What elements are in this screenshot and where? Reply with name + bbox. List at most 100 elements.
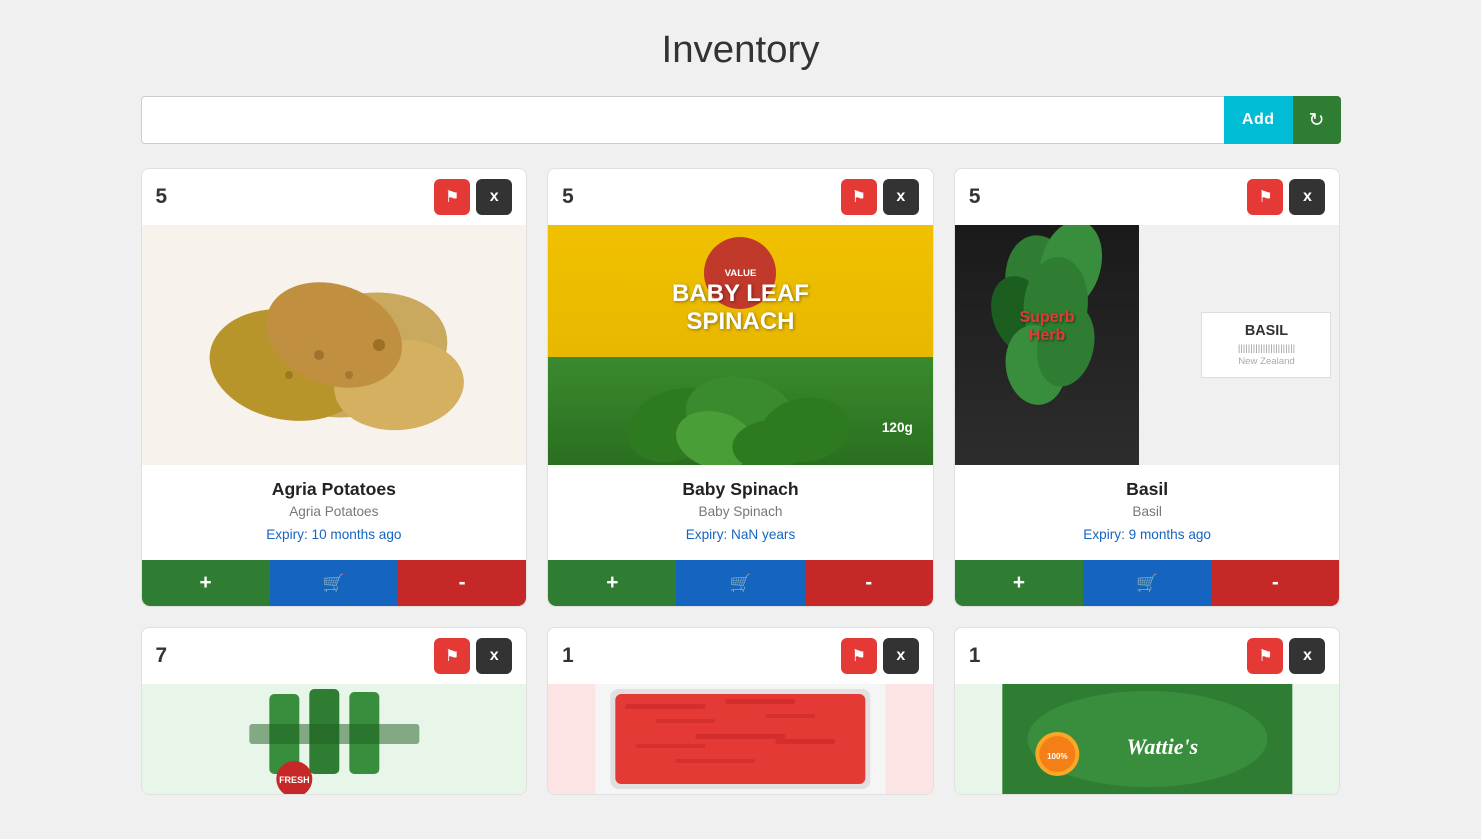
card-actions: ⚑ x <box>841 638 919 674</box>
cart-button[interactable] <box>676 560 804 606</box>
cart-icon <box>323 573 345 594</box>
cart-button[interactable] <box>1083 560 1211 606</box>
card-mince: 1 ⚑ x <box>547 627 934 795</box>
product-image: 100% Wattie's <box>955 684 1340 794</box>
add-quantity-button[interactable]: + <box>548 560 676 606</box>
card-baby-spinach: 5 ⚑ x VALUE BABY LEAFSPINACH 120g <box>547 168 934 607</box>
refresh-button[interactable] <box>1293 96 1341 144</box>
flag-button[interactable]: ⚑ <box>841 179 877 215</box>
card-green-veg: 7 ⚑ x FRESH <box>141 627 528 795</box>
card-header: 7 ⚑ x <box>142 628 527 684</box>
cart-icon <box>1136 573 1158 594</box>
card-actions: ⚑ x <box>1247 638 1325 674</box>
add-button[interactable]: Add <box>1224 96 1293 144</box>
search-input[interactable] <box>141 96 1224 144</box>
card-count: 5 <box>969 185 981 209</box>
remove-quantity-button[interactable]: - <box>805 560 933 606</box>
card-buttons: + - <box>955 560 1340 606</box>
flag-button[interactable]: ⚑ <box>434 638 470 674</box>
close-button[interactable]: x <box>476 638 512 674</box>
card-actions: ⚑ x <box>434 638 512 674</box>
close-icon: x <box>1303 188 1312 206</box>
card-watties: 1 ⚑ x 100% Wattie's <box>954 627 1341 795</box>
add-quantity-button[interactable]: + <box>955 560 1083 606</box>
card-header: 5 ⚑ x <box>955 169 1340 225</box>
remove-quantity-button[interactable]: - <box>1211 560 1339 606</box>
close-button[interactable]: x <box>1289 179 1325 215</box>
flag-button[interactable]: ⚑ <box>1247 638 1283 674</box>
card-actions: ⚑ x <box>434 179 512 215</box>
card-info: Basil Basil Expiry: 9 months ago <box>955 465 1340 560</box>
close-icon: x <box>490 647 499 665</box>
close-button[interactable]: x <box>883 638 919 674</box>
svg-text:FRESH: FRESH <box>279 775 310 785</box>
card-title: Baby Spinach <box>564 479 917 500</box>
card-expiry: Expiry: NaN years <box>564 527 917 542</box>
card-info: Baby Spinach Baby Spinach Expiry: NaN ye… <box>548 465 933 560</box>
spinach-leaves-svg <box>548 345 933 465</box>
card-subtitle: Agria Potatoes <box>158 504 511 519</box>
flag-icon: ⚑ <box>1258 187 1272 207</box>
product-image <box>142 225 527 465</box>
refresh-icon <box>1308 108 1324 132</box>
basil-small-text: New Zealand <box>1208 356 1324 367</box>
card-expiry: Expiry: 10 months ago <box>158 527 511 542</box>
card-buttons: + - <box>142 560 527 606</box>
card-header: 5 ⚑ x <box>548 169 933 225</box>
svg-text:Wattie's: Wattie's <box>1126 734 1198 759</box>
expiry-label: Expiry: <box>266 527 308 542</box>
card-info: Agria Potatoes Agria Potatoes Expiry: 10… <box>142 465 527 560</box>
card-count: 5 <box>156 185 168 209</box>
card-subtitle: Basil <box>971 504 1324 519</box>
add-quantity-button[interactable]: + <box>142 560 270 606</box>
close-button[interactable]: x <box>476 179 512 215</box>
card-actions: ⚑ x <box>1247 179 1325 215</box>
product-image <box>548 684 933 794</box>
inventory-grid: 5 ⚑ x <box>71 168 1411 795</box>
svg-text:100%: 100% <box>1047 752 1067 761</box>
remove-quantity-button[interactable]: - <box>398 560 526 606</box>
flag-button[interactable]: ⚑ <box>434 179 470 215</box>
basil-label: BASIL ||||||||||||||||||||||| New Zealan… <box>1201 312 1331 378</box>
card-header: 1 ⚑ x <box>548 628 933 684</box>
search-bar: Add <box>71 96 1411 144</box>
card-buttons: + - <box>548 560 933 606</box>
card-agria-potatoes: 5 ⚑ x <box>141 168 528 607</box>
card-header: 1 ⚑ x <box>955 628 1340 684</box>
product-image: FRESH <box>142 684 527 794</box>
card-title: Agria Potatoes <box>158 479 511 500</box>
page-title: Inventory <box>0 0 1481 96</box>
flag-icon: ⚑ <box>445 646 459 666</box>
mince-svg <box>548 684 933 794</box>
flag-icon: ⚑ <box>445 187 459 207</box>
card-subtitle: Baby Spinach <box>564 504 917 519</box>
card-actions: ⚑ x <box>841 179 919 215</box>
cart-button[interactable] <box>270 560 398 606</box>
close-icon: x <box>896 647 905 665</box>
flag-icon: ⚑ <box>852 646 866 666</box>
product-image: VALUE BABY LEAFSPINACH 120g <box>548 225 933 465</box>
close-button[interactable]: x <box>883 179 919 215</box>
expiry-label: Expiry: <box>1083 527 1125 542</box>
close-icon: x <box>1303 647 1312 665</box>
expiry-label: Expiry: <box>686 527 728 542</box>
greenveg-svg: FRESH <box>142 684 527 794</box>
card-count: 1 <box>969 644 981 668</box>
flag-button[interactable]: ⚑ <box>1247 179 1283 215</box>
cart-icon <box>730 573 752 594</box>
close-icon: x <box>490 188 499 206</box>
basil-barcode-label: ||||||||||||||||||||||| <box>1208 343 1324 354</box>
product-name-overlay: BABY LEAFSPINACH <box>548 280 933 335</box>
card-count: 5 <box>562 185 574 209</box>
expiry-value: 10 months ago <box>312 527 402 542</box>
card-title: Basil <box>971 479 1324 500</box>
basil-label-text: BASIL <box>1208 323 1324 339</box>
card-header: 5 ⚑ x <box>142 169 527 225</box>
basil-brand-name: SuperbHerb <box>974 309 1120 345</box>
close-button[interactable]: x <box>1289 638 1325 674</box>
flag-icon: ⚑ <box>1258 646 1272 666</box>
watties-svg: 100% Wattie's <box>955 684 1340 794</box>
flag-button[interactable]: ⚑ <box>841 638 877 674</box>
expiry-value: 9 months ago <box>1129 527 1211 542</box>
card-count: 7 <box>156 644 168 668</box>
